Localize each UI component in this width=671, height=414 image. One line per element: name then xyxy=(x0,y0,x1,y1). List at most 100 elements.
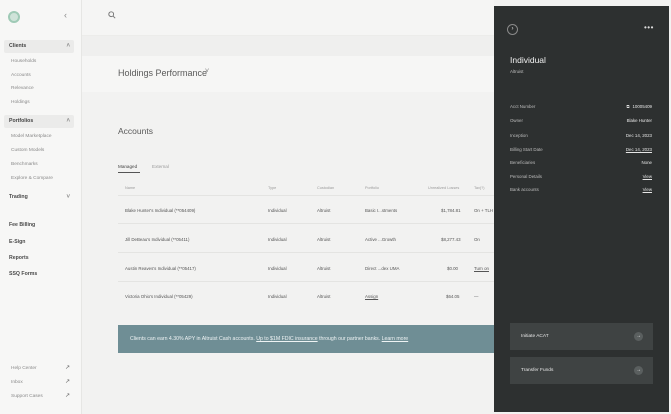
fdic-insurance-link[interactable]: Up to $1M FDIC insurance xyxy=(256,336,317,342)
account-type: Individual xyxy=(268,237,287,242)
column-header-unrealized-losses[interactable]: Unrealized Losses xyxy=(428,186,459,190)
inception-value: Dec 14, 2023 xyxy=(625,133,652,138)
banner-text: Clients can earn 4.30% APY in Altruist C… xyxy=(130,336,257,342)
holdings-title: Holdings Performance xyxy=(118,68,208,78)
account-name[interactable]: Jill DeBeau's Individual (**05411) xyxy=(125,237,189,242)
sidebar-item-model-marketplace[interactable]: Model Marketplace xyxy=(4,130,74,143)
turn-on-link[interactable]: Turn on xyxy=(474,266,489,271)
logo-icon[interactable] xyxy=(8,11,20,23)
billing-start-label: Billing Start Date xyxy=(510,147,543,152)
active-tab-indicator xyxy=(118,172,140,173)
column-header-type[interactable]: Type xyxy=(268,186,276,190)
sidebar-item-custom-models[interactable]: Custom Models xyxy=(4,144,74,157)
tab-managed[interactable]: Managed xyxy=(118,164,137,169)
sidebar-item-explore-compare[interactable]: Explore & Compare xyxy=(4,172,74,185)
account-losses: $0.00 xyxy=(447,266,458,271)
account-name[interactable]: Blake Hunter's Individual (**054409) xyxy=(125,208,195,213)
bank-accounts-label: Bank accounts xyxy=(510,187,539,192)
divider xyxy=(118,281,494,282)
sidebar-item-label: Support Cases xyxy=(11,394,43,399)
external-link-icon: ↗ xyxy=(64,365,70,371)
account-tax: On + TLH xyxy=(474,208,494,213)
account-type: Individual xyxy=(268,208,287,213)
sidebar-item-benchmarks[interactable]: Benchmarks xyxy=(4,158,74,171)
banner-text: through our partner banks. xyxy=(317,336,382,342)
sidebar-item-label: Help Center xyxy=(11,366,37,371)
sidebar-item-ssq-forms[interactable]: SSQ Forms xyxy=(4,268,74,281)
chevron-up-icon: ˄ xyxy=(66,118,70,124)
account-portfolio: Direct ...dex UMA xyxy=(365,266,400,271)
sidebar-section-portfolios[interactable]: Portfolios ˄ xyxy=(4,115,74,128)
assign-portfolio-link[interactable]: Assign xyxy=(365,294,378,299)
sidebar-section-label: Clients xyxy=(9,43,27,49)
chevron-right-icon: › xyxy=(511,26,514,32)
header-band xyxy=(82,36,494,56)
sidebar-item-fee-billing[interactable]: Fee Billing xyxy=(4,219,74,232)
arrow-right-icon: → xyxy=(634,332,643,341)
sidebar-item-holdings[interactable]: Holdings xyxy=(4,96,74,109)
copy-icon[interactable]: ⧉ xyxy=(626,104,629,109)
acct-number-text: 10005409 xyxy=(632,104,652,109)
account-tax: — xyxy=(474,294,479,299)
sidebar-item-e-sign[interactable]: E-Sign xyxy=(4,236,74,249)
action-label: Initiate ACAT xyxy=(521,334,549,339)
beneficiaries-value: None xyxy=(641,160,653,165)
billing-start-value[interactable]: Dec 14, 2023 xyxy=(626,147,652,152)
search-icon[interactable] xyxy=(108,11,116,19)
beneficiaries-label: Beneficiaries xyxy=(510,160,536,165)
column-header-name[interactable]: Name xyxy=(125,186,135,190)
inception-label: Inception xyxy=(510,133,528,138)
personal-details-view-link[interactable]: View xyxy=(643,174,652,179)
account-custodian: Altruist xyxy=(317,208,331,213)
transfer-funds-button[interactable]: Transfer Funds → xyxy=(510,357,653,384)
sidebar-item-reports[interactable]: Reports xyxy=(4,252,74,265)
divider xyxy=(118,195,494,196)
cash-promo-banner: Clients can earn 4.30% APY in Altruist C… xyxy=(118,325,494,353)
accounts-section: Accounts Managed External Name Type Cust… xyxy=(82,92,494,414)
chevron-down-icon[interactable]: ˅ xyxy=(205,68,209,75)
action-label: Transfer Funds xyxy=(521,368,554,373)
account-name[interactable]: Victoria Ohio's Individual (**05429) xyxy=(125,294,193,299)
more-options-icon[interactable]: ••• xyxy=(644,23,654,32)
chevron-down-icon: ˅ xyxy=(66,194,70,200)
sidebar-item-relevance[interactable]: Relevance xyxy=(4,82,74,95)
external-link-icon: ↗ xyxy=(64,393,70,399)
accounts-title: Accounts xyxy=(118,126,153,136)
arrow-right-icon: → xyxy=(634,366,643,375)
sidebar-item-accounts[interactable]: Accounts xyxy=(4,69,74,82)
sidebar: ‹ Clients ˄ Households Accounts Relevance… xyxy=(0,0,82,414)
bank-accounts-view-link[interactable]: View xyxy=(643,187,652,192)
acct-number-value[interactable]: ⧉ 10005409 xyxy=(626,104,652,109)
sidebar-item-inbox[interactable]: Inbox ↗ xyxy=(4,376,74,389)
account-portfolio: Active ...Growth xyxy=(365,237,396,242)
acct-number-label: Acct Number xyxy=(510,104,536,109)
tab-external[interactable]: External xyxy=(152,164,169,169)
account-custodian: Altruist xyxy=(317,266,331,271)
sidebar-item-trading[interactable]: Trading ˅ xyxy=(4,191,74,204)
holdings-performance-header[interactable]: Holdings Performance ˅ xyxy=(82,56,494,92)
sidebar-item-support-cases[interactable]: Support Cases ↗ xyxy=(4,390,74,403)
sidebar-item-help-center[interactable]: Help Center ↗ xyxy=(4,362,74,375)
column-header-portfolio[interactable]: Portfolio xyxy=(365,186,379,190)
account-custodian: Altruist xyxy=(317,237,331,242)
sidebar-item-households[interactable]: Households xyxy=(4,55,74,68)
personal-details-label: Personal Details xyxy=(510,174,542,179)
column-header-custodian[interactable]: Custodian xyxy=(317,186,334,190)
learn-more-link[interactable]: Learn more xyxy=(382,336,409,342)
initiate-acat-button[interactable]: Initiate ACAT → xyxy=(510,323,653,350)
divider xyxy=(118,223,494,224)
owner-label: Owner xyxy=(510,118,523,123)
sidebar-item-label: Inbox xyxy=(11,380,23,385)
sidebar-section-clients[interactable]: Clients ˄ xyxy=(4,40,74,53)
account-detail-panel: › ••• Individual Altruist Acct Number ⧉ 1… xyxy=(494,6,669,412)
sidebar-section-label: Portfolios xyxy=(9,118,34,124)
account-name[interactable]: Austin Reaves's Individual (**05417) xyxy=(125,266,196,271)
owner-value: Blake Hunter xyxy=(626,118,652,123)
account-losses: $8,277.43 xyxy=(441,237,461,242)
column-header-tax[interactable]: Tax(?) xyxy=(474,186,485,190)
collapse-sidebar-icon[interactable]: ‹ xyxy=(64,10,67,20)
close-panel-button[interactable]: › xyxy=(507,24,518,35)
account-type: Individual xyxy=(268,294,287,299)
account-custodian: Altruist xyxy=(317,294,331,299)
account-losses: $64.05 xyxy=(446,294,460,299)
